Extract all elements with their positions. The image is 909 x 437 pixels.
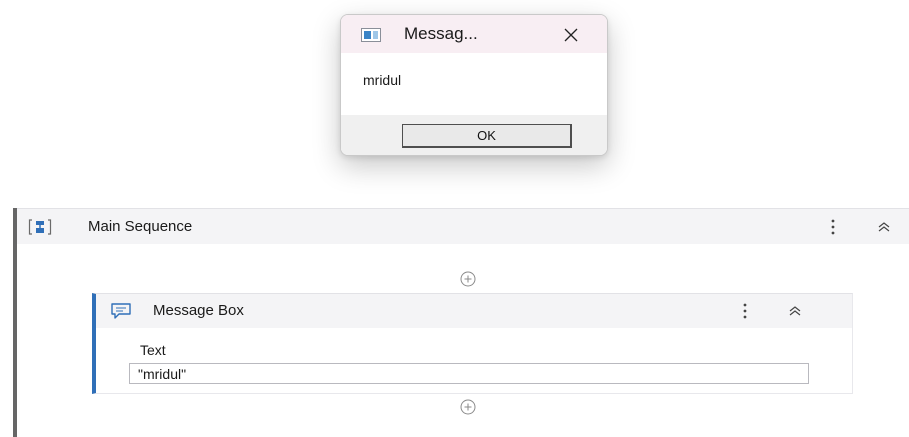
text-input[interactable]	[129, 363, 809, 384]
close-icon-glyph	[564, 28, 578, 42]
dialog-body: mridul	[341, 53, 607, 115]
main-sequence[interactable]: Main Sequence Message Box Text "mridul"	[13, 208, 909, 437]
text-field-label: Text	[140, 342, 166, 358]
dialog-footer: OK	[341, 115, 607, 155]
sequence-header[interactable]: Main Sequence	[17, 208, 909, 244]
sequence-title: Main Sequence	[88, 218, 193, 235]
message-box-icon	[110, 302, 132, 320]
dialog-title: Messag...	[404, 24, 478, 43]
window-app-icon	[361, 28, 381, 42]
close-icon[interactable]	[557, 22, 585, 48]
add-activity-icon-bottom[interactable]	[459, 398, 477, 416]
activity-menu-icon[interactable]	[737, 300, 753, 322]
activity-header[interactable]: Message Box	[96, 294, 852, 328]
activity-collapse-icon[interactable]	[784, 300, 806, 322]
sequence-icon	[28, 218, 52, 236]
sequence-collapse-icon[interactable]	[873, 216, 895, 238]
dialog-message: mridul	[363, 72, 402, 88]
add-activity-icon[interactable]	[459, 270, 477, 288]
message-dialog: Messag... mridul OK	[340, 14, 608, 156]
activity-title: Message Box	[153, 302, 244, 319]
dialog-titlebar[interactable]: Messag...	[341, 15, 607, 53]
sequence-menu-icon[interactable]	[825, 216, 841, 238]
ok-button[interactable]: OK	[402, 124, 572, 148]
message-box-activity[interactable]: Message Box Text	[92, 293, 853, 394]
